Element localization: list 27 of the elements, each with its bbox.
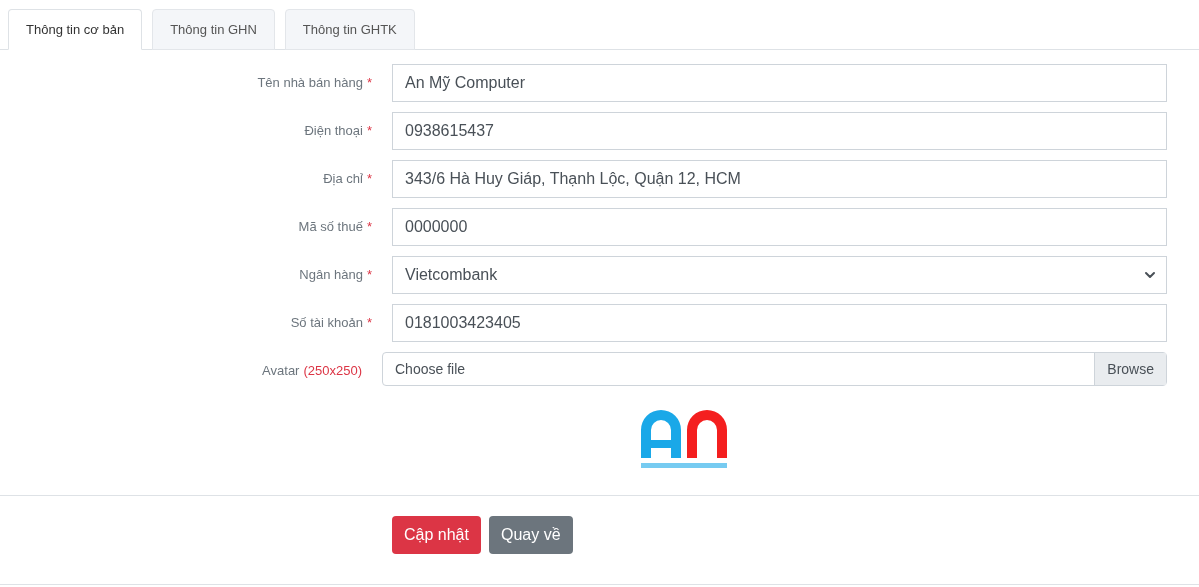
field-label: Điện thoại [304,122,363,140]
required-mark: * [366,314,372,332]
field-label: Avatar [262,362,300,380]
required-mark: * [366,74,372,92]
text-field[interactable]: 343/6 Hà Huy Giáp, Thạnh Lộc, Quận 12, HCM [392,160,1167,198]
required-mark: * [366,218,372,236]
action-button[interactable]: Cập nhật [392,516,481,554]
text-field[interactable]: An Mỹ Computer [392,64,1167,102]
field-label: Mã số thuế [298,218,363,236]
tab[interactable]: Thông tin GHTK [284,9,415,50]
text-field[interactable]: 0000000 [392,208,1167,246]
text-field[interactable]: 0938615437 [392,112,1167,150]
field-label: Tên nhà bán hàng [257,74,363,92]
required-mark: * [366,170,372,188]
tab[interactable]: Thông tin cơ bản [8,9,143,50]
file-input[interactable]: Choose file Browse [382,352,1167,386]
browse-button[interactable]: Browse [1094,353,1166,385]
field-label: Số tài khoản [290,314,363,332]
field-label: Ngân hàng [299,266,363,284]
bank-select[interactable]: Vietcombank [392,256,1167,294]
action-button[interactable]: Quay về [488,516,573,554]
text-field[interactable]: 0181003423405 [392,304,1167,342]
size-hint: (250x250) [303,362,362,380]
required-mark: * [366,122,372,140]
field-label: Địa chỉ [323,170,363,188]
required-mark: * [366,266,372,284]
tab[interactable]: Thông tin GHN [152,9,275,50]
